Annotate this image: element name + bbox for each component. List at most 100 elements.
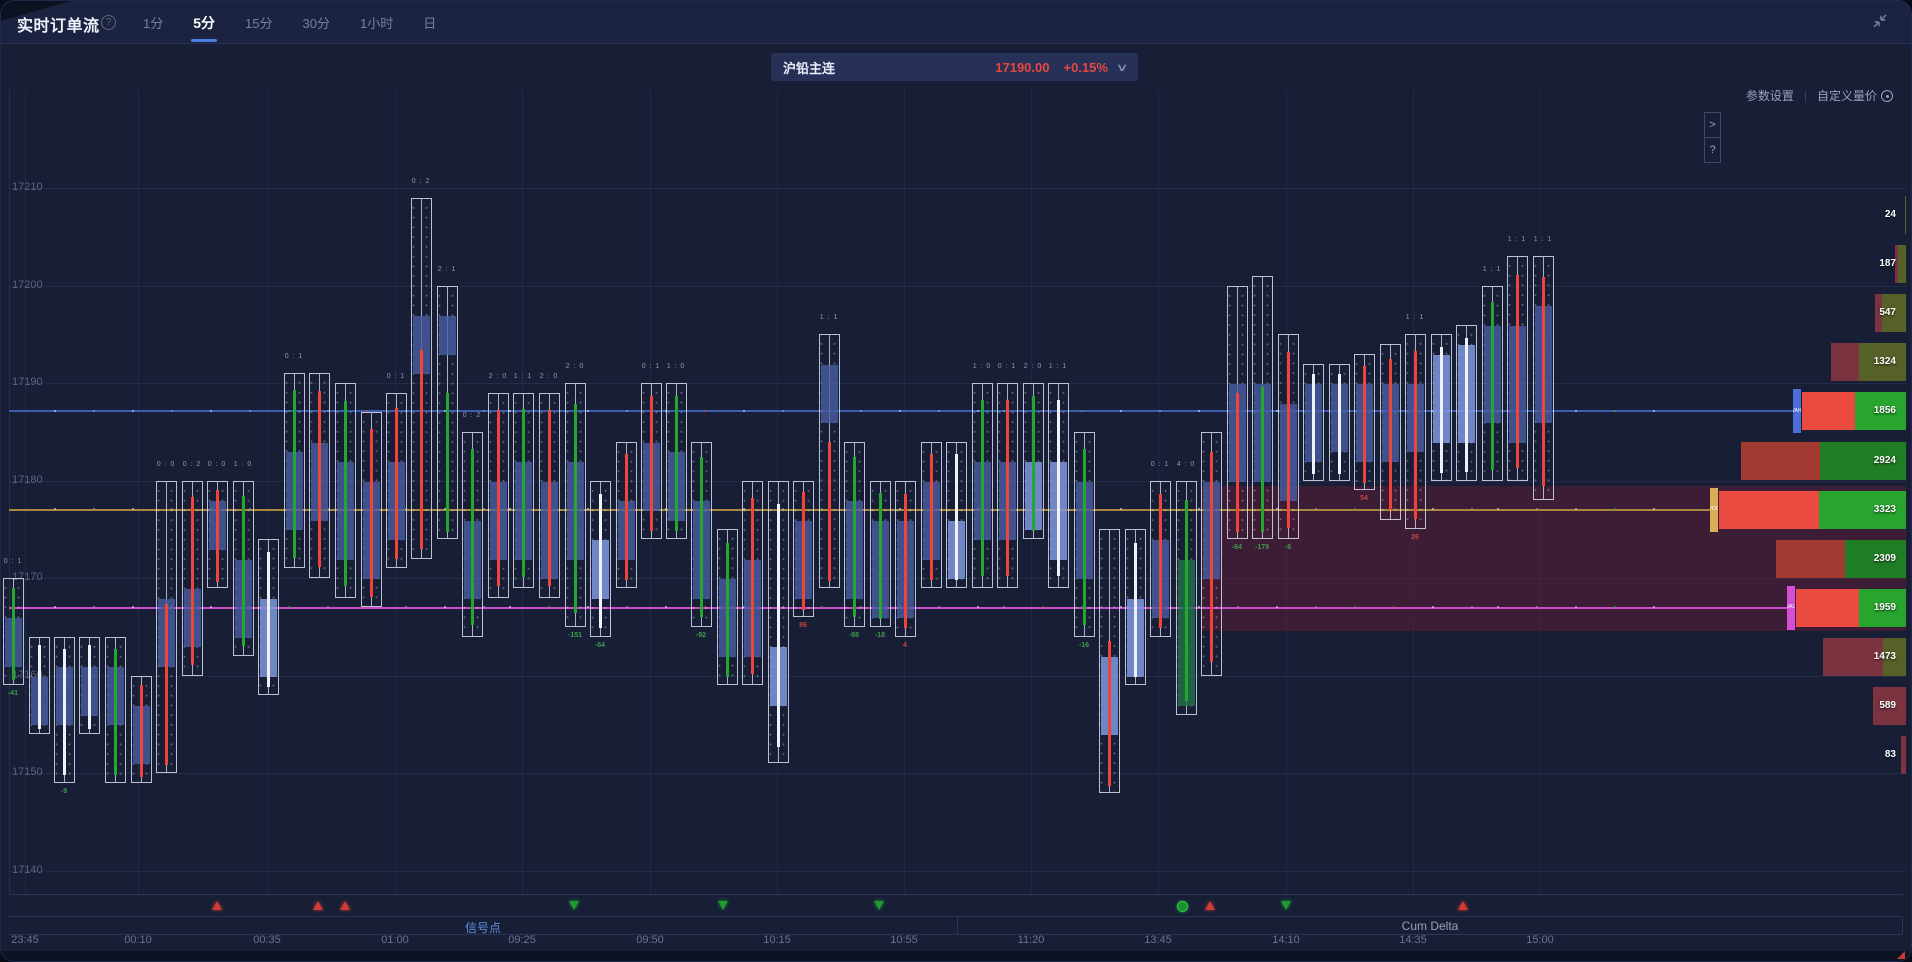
signal-red-up bbox=[340, 901, 350, 910]
footprint-candle bbox=[207, 481, 228, 588]
footprint-candle bbox=[156, 481, 177, 774]
line-tick-dot bbox=[782, 410, 784, 412]
line-tick-dot bbox=[1081, 410, 1083, 412]
candle-body-line bbox=[522, 409, 525, 577]
footprint-candle bbox=[1456, 325, 1477, 481]
resize-handle-icon[interactable] bbox=[1897, 951, 1905, 959]
candle-body-line bbox=[318, 391, 321, 567]
cum-delta-label[interactable]: Cum Delta bbox=[957, 919, 1903, 933]
candle-body-line bbox=[12, 588, 15, 680]
line-tick-dot bbox=[899, 410, 901, 412]
profile-volume-value: 547 bbox=[1879, 307, 1896, 318]
y-axis-label: 17190 bbox=[12, 376, 43, 388]
signal-green-down bbox=[874, 901, 884, 910]
x-axis-label: 11:20 bbox=[1018, 934, 1045, 946]
volume-cluster-cells bbox=[821, 365, 838, 424]
candle-body-line bbox=[548, 410, 551, 586]
candle-body-line bbox=[1006, 400, 1009, 576]
profile-sell-bar bbox=[1741, 442, 1820, 480]
candle-body-line bbox=[267, 552, 270, 686]
timeframe-tab-1分[interactable]: 1分 bbox=[141, 1, 165, 44]
candle-body-line bbox=[650, 396, 653, 530]
candle-body-line bbox=[140, 685, 143, 777]
signal-red-up bbox=[313, 901, 323, 910]
price-gridline bbox=[9, 286, 1906, 287]
footprint-candle bbox=[1303, 364, 1324, 481]
footprint-candle bbox=[1252, 276, 1273, 539]
timeframe-tabs: 1分 5分 15分 30分 1小时日 bbox=[141, 1, 438, 44]
timeframe-tab-30分[interactable]: 30分 bbox=[301, 1, 332, 44]
profile-volume-value: 1959 bbox=[1874, 602, 1896, 613]
line-tick-dot bbox=[249, 410, 251, 412]
line-tick-dot bbox=[1159, 410, 1161, 412]
time-gridline bbox=[25, 89, 26, 894]
signal-points-label[interactable]: 信号点 bbox=[9, 919, 957, 936]
delta-label: -6 bbox=[1258, 544, 1318, 551]
timeframe-tab-15分[interactable]: 15分 bbox=[243, 1, 274, 44]
candle-body-line bbox=[1057, 400, 1060, 576]
footprint-candle bbox=[3, 578, 24, 685]
delta-label: 86 bbox=[773, 622, 833, 629]
footprint-candle bbox=[972, 383, 993, 588]
signal-red-up bbox=[1458, 901, 1468, 910]
candle-body-line bbox=[1108, 641, 1111, 786]
profile-buy-bar bbox=[1905, 196, 1906, 234]
candle-body-line bbox=[1185, 500, 1188, 701]
profile-buy-bar bbox=[1898, 245, 1906, 283]
candle-body-line bbox=[242, 496, 245, 647]
y-axis-label: 17180 bbox=[12, 474, 43, 486]
plot-left-border bbox=[9, 89, 10, 894]
line-tick-dot bbox=[1614, 410, 1616, 412]
line-tick-dot bbox=[626, 410, 628, 412]
timeframe-tab-1小时[interactable]: 1小时 bbox=[358, 1, 395, 44]
profile-volume-value: 1856 bbox=[1874, 405, 1896, 416]
indicator-strip: 信号点 Cum Delta bbox=[9, 916, 1903, 935]
footprint-candle bbox=[1125, 529, 1146, 685]
candle-body-line bbox=[700, 457, 703, 616]
profile-sell-bar bbox=[1901, 736, 1906, 774]
imbalance-label: 1 : 1 bbox=[1385, 314, 1445, 321]
y-axis-label: 17150 bbox=[12, 766, 43, 778]
price-gridline bbox=[9, 676, 1906, 677]
candle-body-line bbox=[191, 497, 194, 665]
profile-marker-POC: POC bbox=[1710, 488, 1718, 532]
timeframe-tab-5分[interactable]: 5分 bbox=[191, 1, 217, 45]
orderflow-chart[interactable]: 1721017200171901718017170171601715017140… bbox=[1, 45, 1911, 961]
timeframe-tab-日[interactable]: 日 bbox=[421, 1, 438, 44]
signal-green-circle bbox=[1177, 901, 1188, 912]
x-axis-label: 14:35 bbox=[1399, 934, 1427, 946]
footprint-candle bbox=[258, 539, 279, 695]
imbalance-label: 1 : 1 bbox=[1028, 363, 1088, 370]
footprint-candle bbox=[233, 481, 254, 657]
candle-body-line bbox=[574, 404, 577, 614]
footprint-candle bbox=[1329, 364, 1350, 481]
footprint-candle bbox=[1227, 286, 1248, 540]
line-tick-dot bbox=[1198, 410, 1200, 412]
footprint-candle bbox=[1201, 432, 1222, 676]
candle-body-line bbox=[726, 543, 729, 677]
candle-body-line bbox=[38, 645, 41, 729]
profile-volume-value: 1473 bbox=[1874, 651, 1896, 662]
candle-body-line bbox=[1210, 452, 1213, 662]
candle-body-line bbox=[802, 492, 805, 609]
footer-bar bbox=[1, 951, 1911, 961]
line-tick-dot bbox=[509, 410, 511, 412]
footprint-candle bbox=[1507, 256, 1528, 480]
footprint-candle bbox=[462, 432, 483, 637]
candle-body-line bbox=[420, 350, 423, 548]
candle-body-line bbox=[853, 457, 856, 616]
imbalance-label: 1 : 0 bbox=[646, 363, 706, 370]
candle-body-line bbox=[828, 442, 831, 581]
footprint-candle bbox=[1533, 256, 1554, 500]
profile-sell-bar bbox=[1831, 343, 1859, 381]
footprint-candle bbox=[641, 383, 662, 539]
imbalance-label: 0 : 1 bbox=[264, 353, 324, 360]
candle-body-line bbox=[751, 498, 754, 674]
imbalance-label: 1 : 1 bbox=[1513, 236, 1573, 243]
candle-body-line bbox=[625, 454, 628, 580]
imbalance-label: 2 : 0 bbox=[519, 373, 579, 380]
footprint-candle bbox=[1431, 334, 1452, 480]
collapse-icon[interactable] bbox=[1871, 12, 1889, 30]
help-icon[interactable]: ? bbox=[101, 15, 116, 30]
time-gridline bbox=[267, 89, 268, 894]
